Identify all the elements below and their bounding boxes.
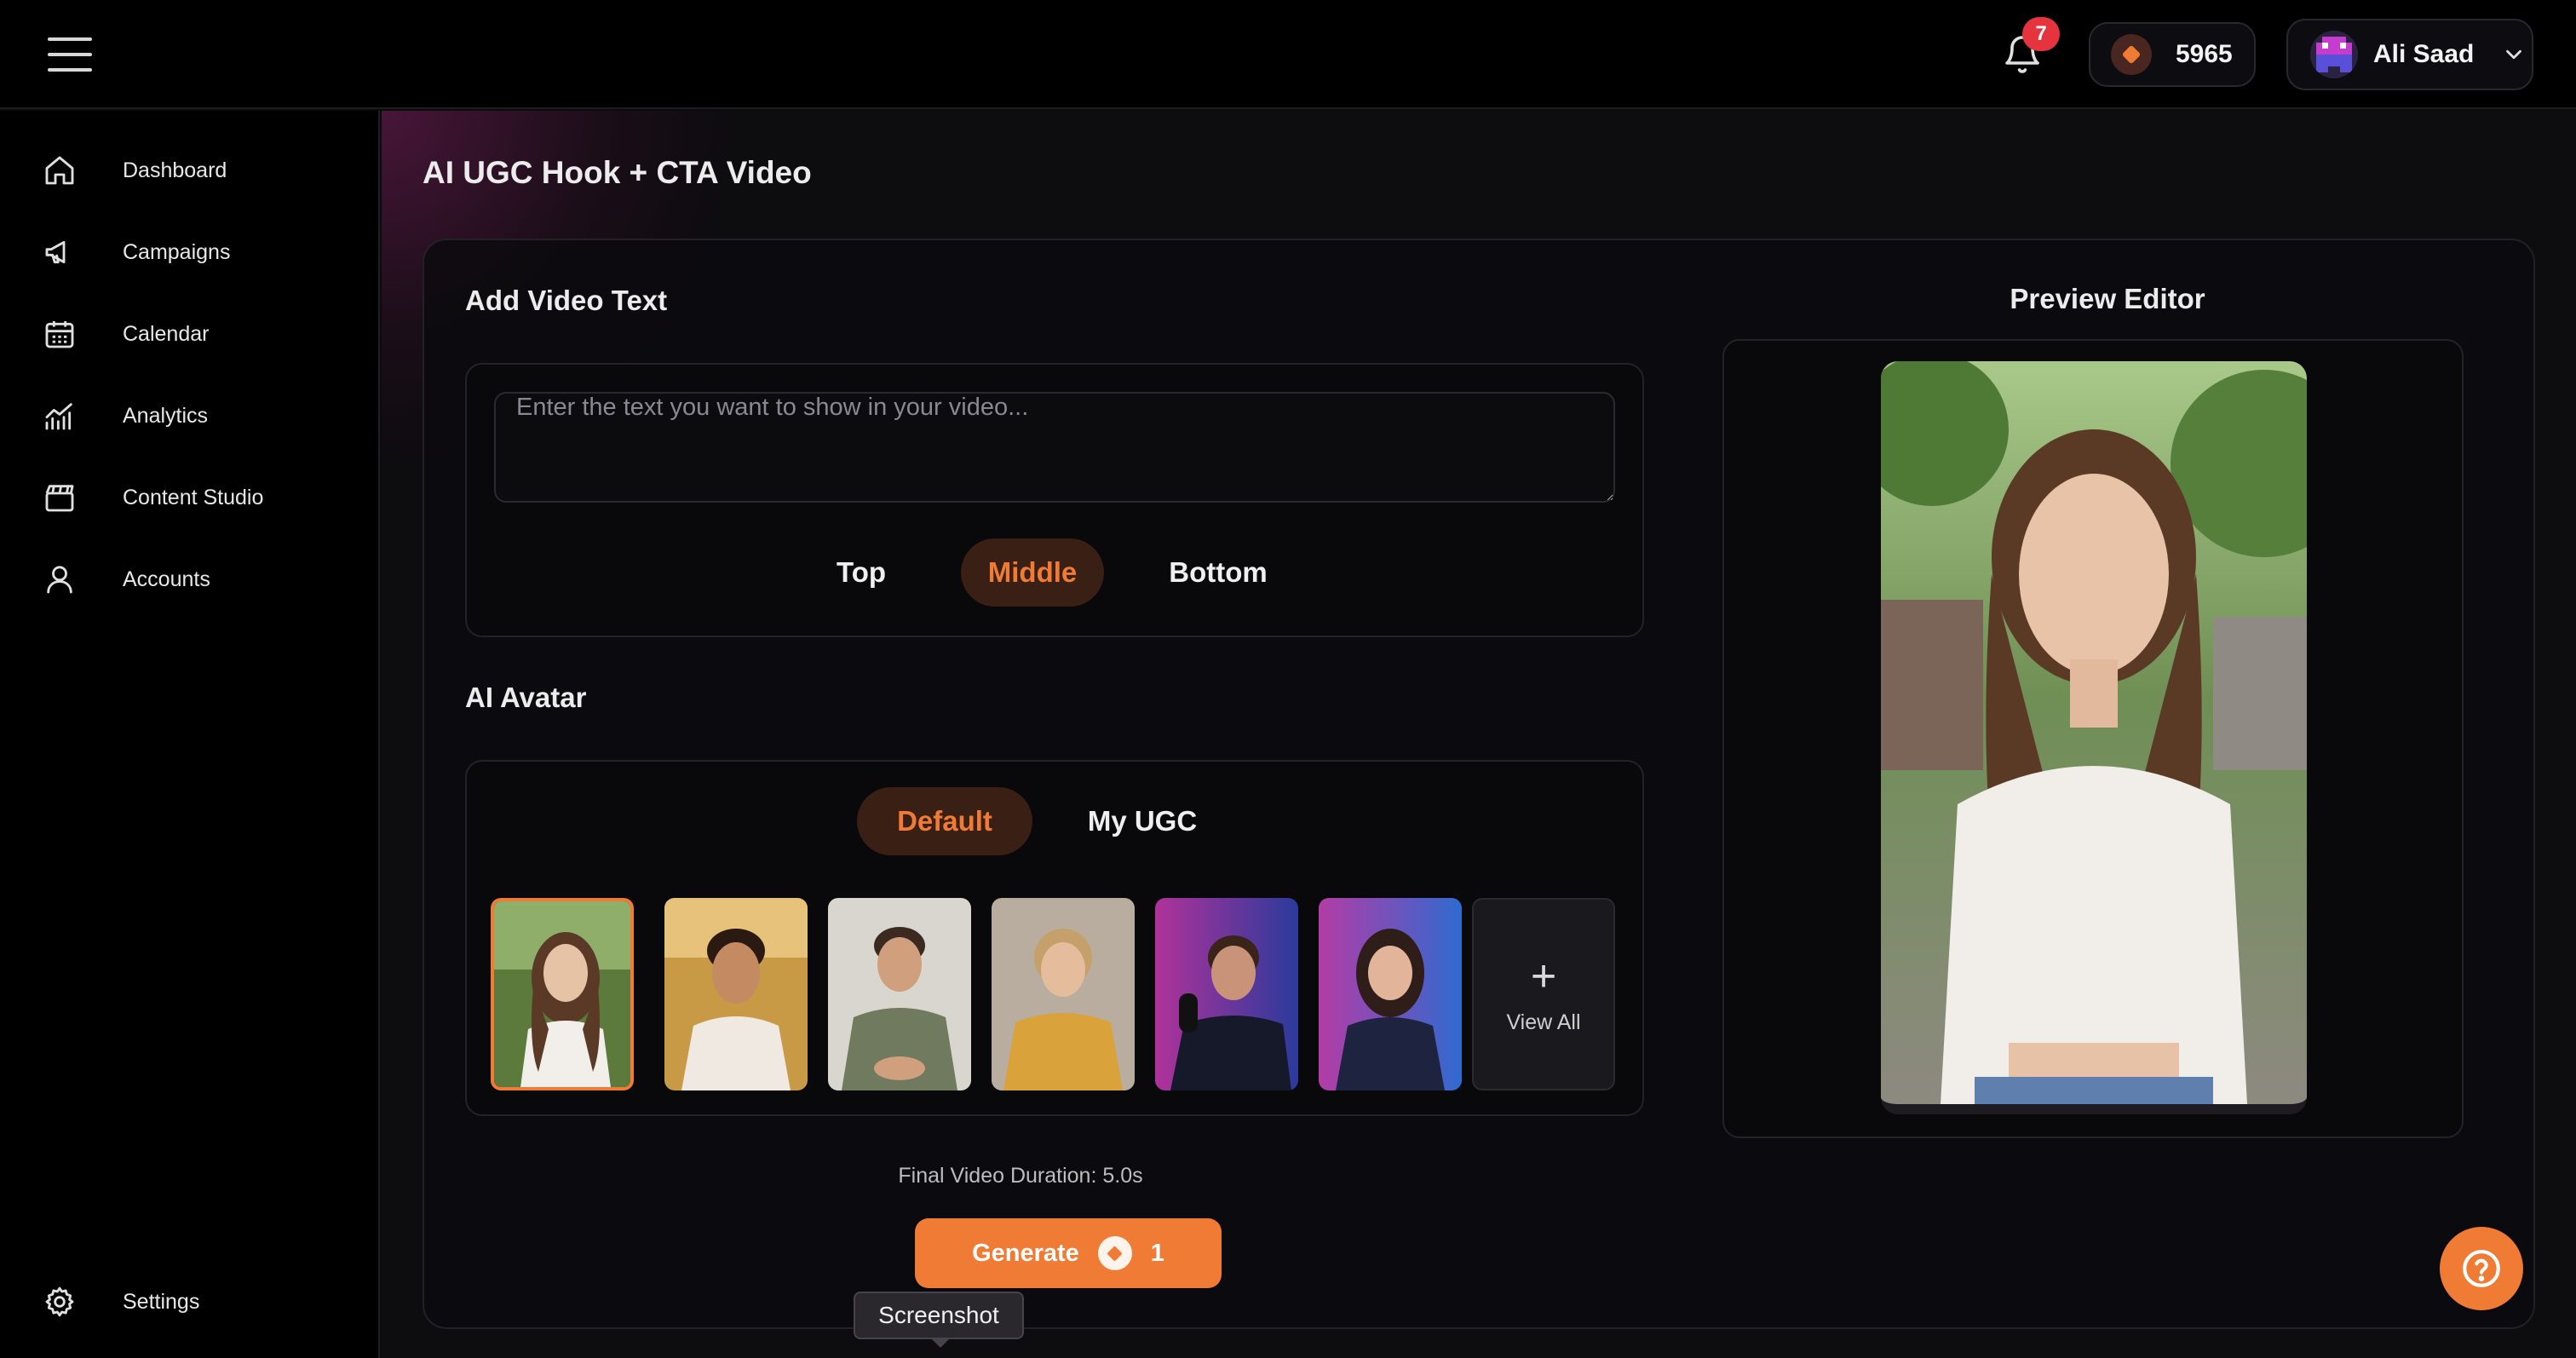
credits-value: 5965 <box>2176 40 2233 68</box>
generate-button[interactable]: Generate 1 <box>915 1218 1222 1288</box>
video-text-panel: Top Middle Bottom <box>465 363 1644 637</box>
gear-icon <box>41 1283 78 1321</box>
video-text-input[interactable] <box>494 392 1615 503</box>
view-all-label: View All <box>1506 1010 1581 1034</box>
tooltip-tail <box>930 1338 951 1348</box>
sidebar-item-label: Content Studio <box>123 485 264 509</box>
avatar-thumbnail[interactable] <box>992 898 1135 1090</box>
home-icon <box>41 152 78 189</box>
credits-balance[interactable]: 5965 <box>2089 22 2256 87</box>
help-button[interactable] <box>2440 1227 2523 1310</box>
top-bar: 7 5965 Ali Saad <box>0 0 2576 109</box>
final-video-duration: Final Video Duration: 5.0s <box>898 1164 1143 1188</box>
sidebar-item-label: Analytics <box>123 403 209 428</box>
position-bottom-button[interactable]: Bottom <box>1143 538 1293 607</box>
tab-default[interactable]: Default <box>857 787 1032 855</box>
preview-frame <box>1722 339 2464 1138</box>
megaphone-icon <box>41 233 78 271</box>
main-content: AI UGC Hook + CTA Video Add Video Text T… <box>382 111 2576 1358</box>
avatar <box>2310 31 2358 78</box>
editor-card: Add Video Text Top Middle Bottom AI Avat… <box>423 239 2535 1329</box>
user-menu[interactable]: Ali Saad <box>2286 19 2533 90</box>
clapperboard-icon <box>41 479 78 516</box>
sidebar-item-content-studio[interactable]: Content Studio <box>41 472 348 523</box>
sidebar: Dashboard Campaigns Calendar Analytics C… <box>0 111 380 1358</box>
sidebar-item-label: Settings <box>123 1289 200 1314</box>
sidebar-item-label: Dashboard <box>123 158 227 182</box>
avatar-panel: Default My UGC + View All <box>465 760 1644 1116</box>
position-top-button[interactable]: Top <box>801 538 922 607</box>
sidebar-item-label: Accounts <box>123 567 210 591</box>
notification-badge: 7 <box>2022 17 2060 51</box>
coin-icon <box>1097 1236 1132 1270</box>
user-name: Ali Saad <box>2373 40 2475 68</box>
generate-label: Generate <box>972 1239 1079 1267</box>
preview-video[interactable] <box>1881 361 2307 1114</box>
sidebar-item-analytics[interactable]: Analytics <box>41 390 348 441</box>
position-middle-button[interactable]: Middle <box>961 538 1104 607</box>
sidebar-item-label: Campaigns <box>123 239 231 264</box>
tab-my-ugc[interactable]: My UGC <box>1055 787 1230 855</box>
hamburger-menu-icon[interactable] <box>48 37 92 72</box>
sidebar-item-calendar[interactable]: Calendar <box>41 308 348 360</box>
sidebar-item-dashboard[interactable]: Dashboard <box>41 145 348 196</box>
preview-editor-title: Preview Editor <box>2010 283 2205 314</box>
help-icon <box>2463 1250 2500 1287</box>
plus-icon: + <box>1530 951 1557 1001</box>
view-all-avatars-button[interactable]: + View All <box>1472 898 1615 1090</box>
chevron-down-icon <box>2501 42 2527 67</box>
sidebar-item-accounts[interactable]: Accounts <box>41 554 348 605</box>
generate-cost: 1 <box>1150 1239 1164 1267</box>
sidebar-item-settings[interactable]: Settings <box>41 1276 348 1327</box>
sidebar-item-campaigns[interactable]: Campaigns <box>41 227 348 278</box>
avatar-thumbnail[interactable] <box>664 898 808 1090</box>
avatar-thumbnail[interactable] <box>828 898 971 1090</box>
add-video-text-title: Add Video Text <box>465 285 668 316</box>
avatar-thumbnail[interactable] <box>491 898 634 1090</box>
sidebar-item-label: Calendar <box>123 321 210 346</box>
analytics-icon <box>41 397 78 434</box>
screenshot-tooltip: Screenshot <box>854 1292 1024 1339</box>
calendar-icon <box>41 315 78 353</box>
user-icon <box>41 561 78 598</box>
avatar-thumbnail[interactable] <box>1319 898 1462 1090</box>
coin-icon <box>2111 34 2152 75</box>
avatar-thumbnail[interactable] <box>1155 898 1298 1090</box>
ai-avatar-title: AI Avatar <box>465 682 587 713</box>
page-title: AI UGC Hook + CTA Video <box>423 155 812 190</box>
